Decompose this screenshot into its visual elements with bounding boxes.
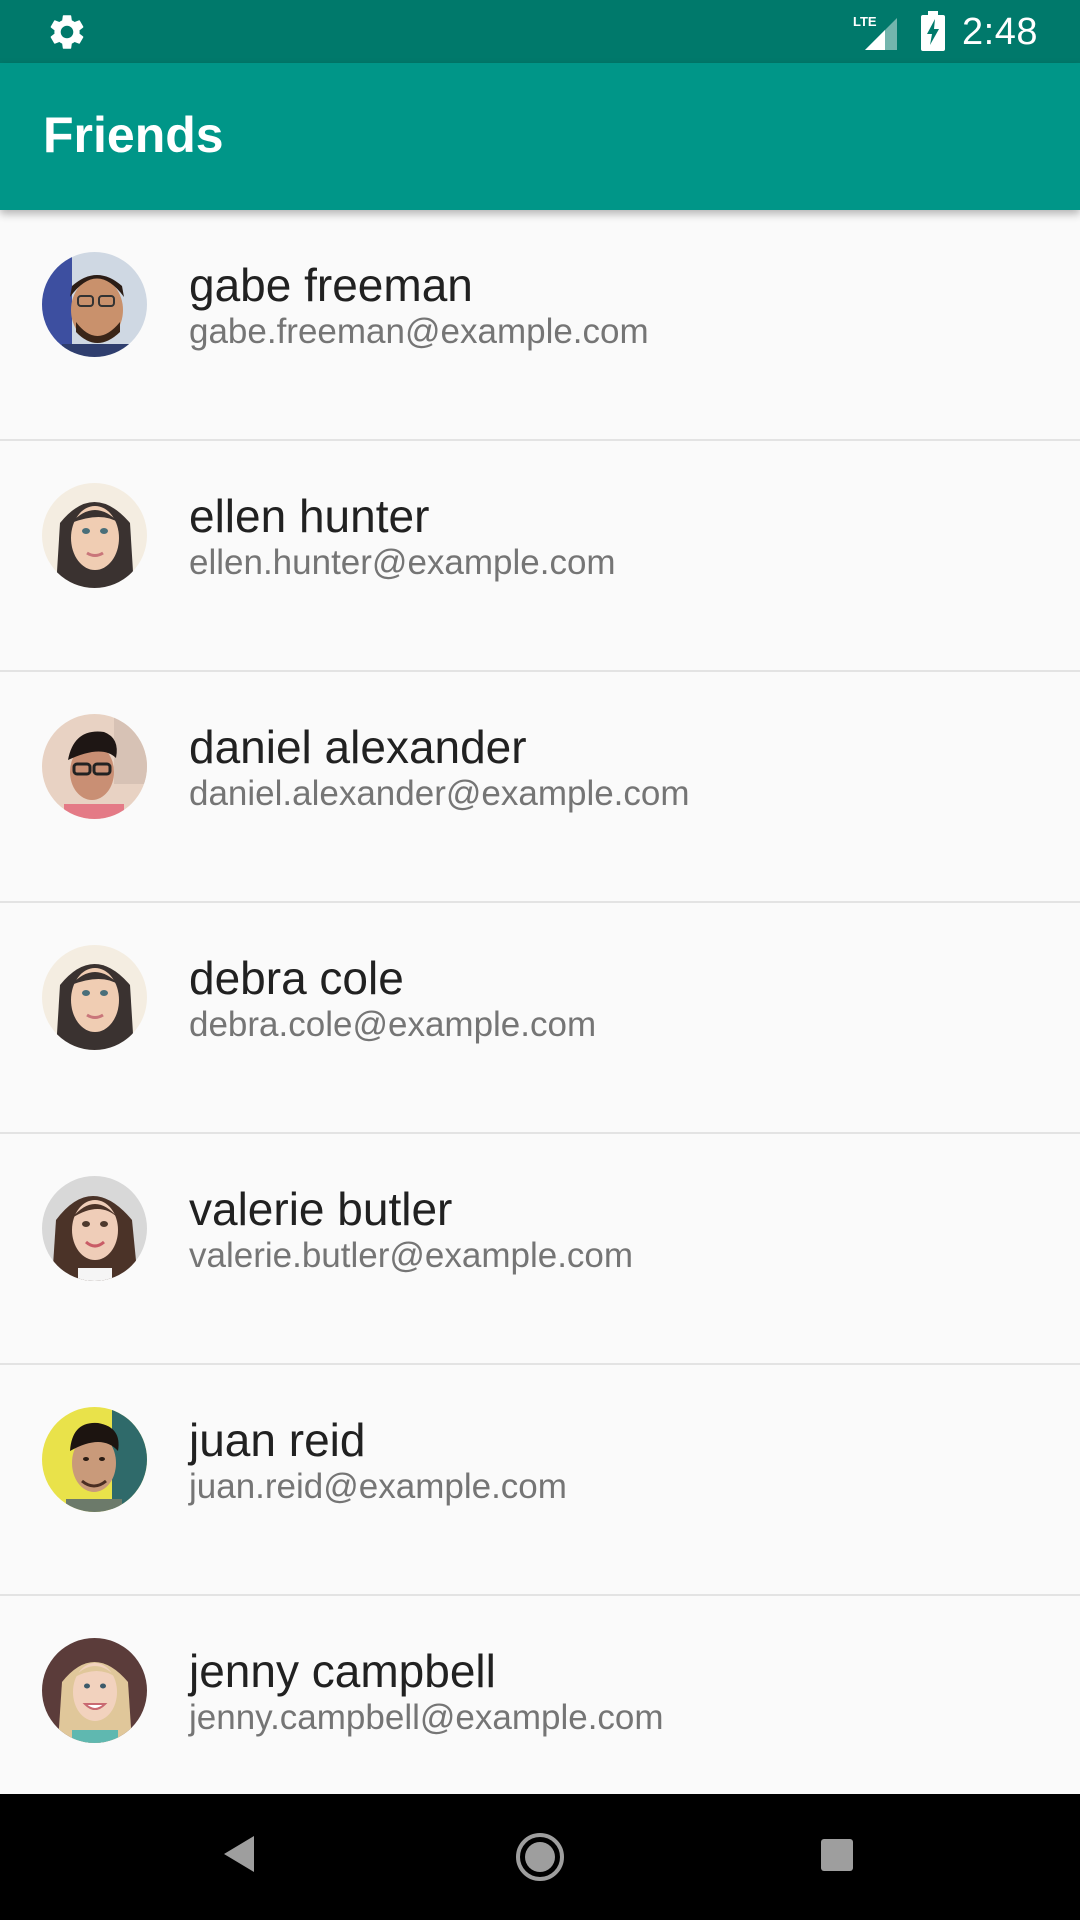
avatar: [42, 945, 147, 1050]
home-icon[interactable]: [515, 1832, 565, 1882]
svg-text:LTE: LTE: [853, 14, 877, 29]
friend-email: juan.reid@example.com: [189, 1467, 567, 1506]
avatar-image: [42, 1407, 147, 1512]
list-item[interactable]: gabe freeman gabe.freeman@example.com: [0, 210, 1080, 441]
navigation-bar: [0, 1794, 1080, 1920]
avatar-image: [42, 1176, 147, 1281]
avatar: [42, 714, 147, 819]
app-bar: Friends: [0, 63, 1080, 210]
friend-email: valerie.butler@example.com: [189, 1236, 634, 1275]
list-item[interactable]: ellen hunter ellen.hunter@example.com: [0, 441, 1080, 672]
status-bar: LTE 2:48: [0, 0, 1080, 63]
friend-list: gabe freeman gabe.freeman@example.com el…: [0, 210, 1080, 1827]
avatar: [42, 1176, 147, 1281]
lte-signal-icon: LTE: [853, 14, 897, 50]
list-item[interactable]: juan reid juan.reid@example.com: [0, 1365, 1080, 1596]
avatar-image: [42, 252, 147, 357]
avatar: [42, 1638, 147, 1743]
avatar: [42, 252, 147, 357]
gear-icon[interactable]: [46, 11, 88, 53]
friend-name: daniel alexander: [189, 721, 527, 773]
friend-name: jenny campbell: [189, 1645, 496, 1697]
page-title: Friends: [43, 107, 224, 163]
avatar: [42, 483, 147, 588]
friend-email: debra.cole@example.com: [189, 1005, 597, 1044]
avatar-image: [42, 1638, 147, 1743]
list-item[interactable]: daniel alexander daniel.alexander@exampl…: [0, 672, 1080, 903]
friend-email: gabe.freeman@example.com: [189, 312, 649, 351]
recents-icon[interactable]: [820, 1838, 854, 1872]
friend-email: jenny.campbell@example.com: [189, 1698, 664, 1737]
friend-name: debra cole: [189, 952, 404, 1004]
status-clock: 2:48: [962, 11, 1038, 53]
back-icon[interactable]: [222, 1834, 256, 1874]
avatar-image: [42, 945, 147, 1050]
avatar-image: [42, 483, 147, 588]
avatar-image: [42, 714, 147, 819]
battery-charging-icon: [921, 11, 945, 51]
list-item[interactable]: debra cole debra.cole@example.com: [0, 903, 1080, 1134]
friend-email: daniel.alexander@example.com: [189, 774, 690, 813]
friend-name: juan reid: [189, 1414, 366, 1466]
avatar: [42, 1407, 147, 1512]
friend-name: gabe freeman: [189, 259, 473, 311]
list-item[interactable]: jenny campbell jenny.campbell@example.co…: [0, 1596, 1080, 1827]
friend-name: valerie butler: [189, 1183, 453, 1235]
list-item[interactable]: valerie butler valerie.butler@example.co…: [0, 1134, 1080, 1365]
friend-name: ellen hunter: [189, 490, 430, 542]
friend-email: ellen.hunter@example.com: [189, 543, 616, 582]
